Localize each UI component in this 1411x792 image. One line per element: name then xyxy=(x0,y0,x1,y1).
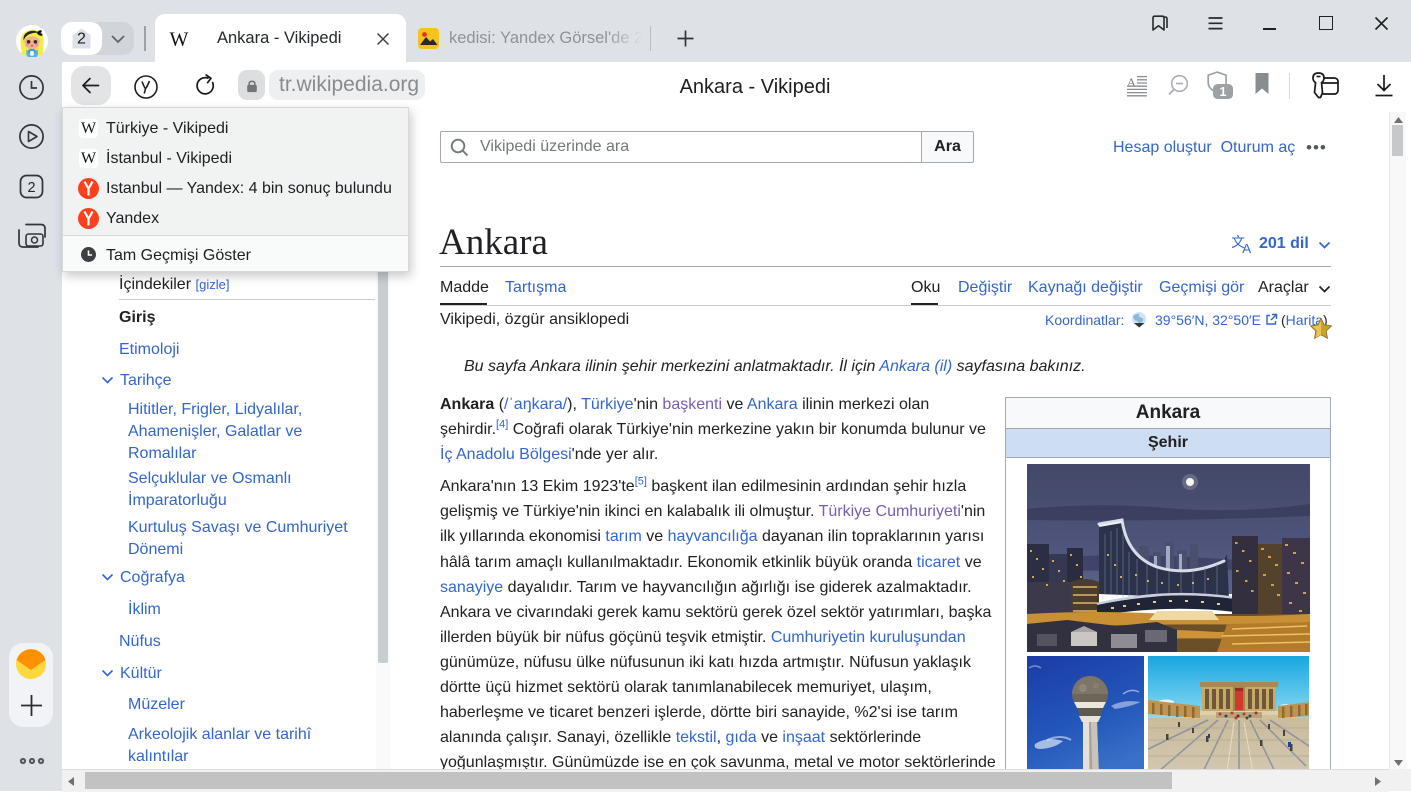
svg-text:2: 2 xyxy=(27,180,35,196)
svg-text:W: W xyxy=(170,29,189,48)
svg-text:2: 2 xyxy=(77,31,86,48)
svg-text:A: A xyxy=(1127,75,1136,89)
svg-text:1: 1 xyxy=(1220,85,1227,99)
svg-text:A: A xyxy=(1242,241,1252,254)
